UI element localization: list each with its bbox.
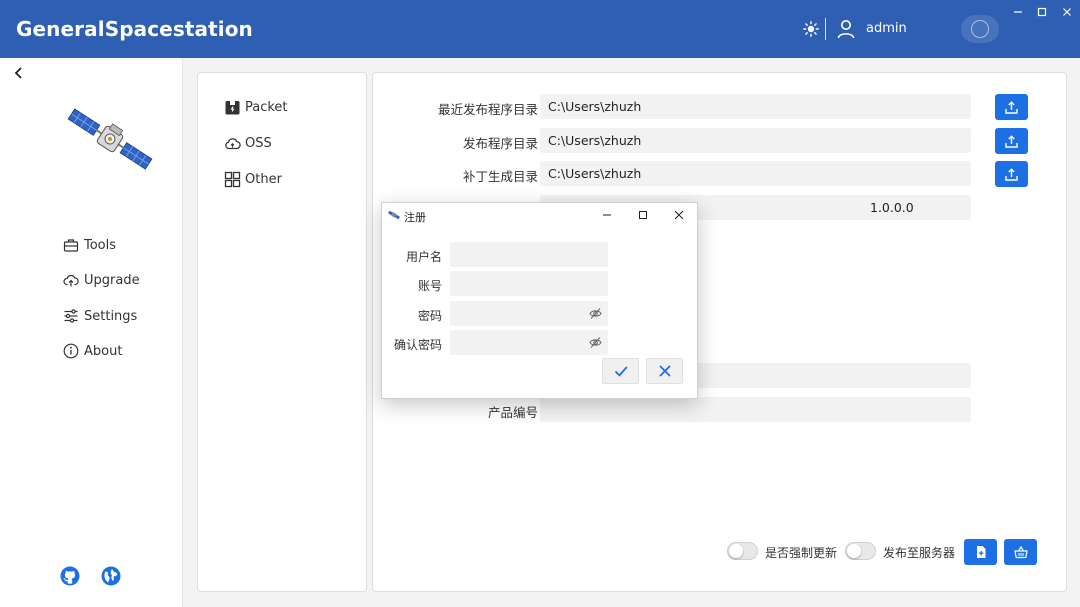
username[interactable]: admin (866, 21, 907, 36)
x-icon (658, 365, 671, 377)
menu-item-packet[interactable]: Packet (224, 97, 288, 117)
generate-file-button[interactable] (964, 539, 997, 565)
nav-item-label: Settings (84, 308, 138, 324)
eye-off-icon[interactable] (589, 336, 602, 349)
force-update-toggle[interactable] (727, 542, 758, 560)
menu-item-oss[interactable]: OSS (224, 133, 272, 153)
menu-item-other[interactable]: Other (224, 169, 282, 189)
browse-patch-dir-button[interactable] (995, 161, 1028, 187)
github-icon[interactable] (60, 566, 80, 586)
nav-item-label: About (84, 343, 123, 359)
product-number-input[interactable] (540, 397, 971, 422)
browse-recent-publish-dir-button[interactable] (995, 94, 1028, 120)
package-icon (225, 100, 240, 114)
register-dialog: 注册 用户名 账号 密码 确认密码 (381, 202, 698, 399)
grid-icon (224, 171, 241, 187)
field-label-publish-dir: 发布程序目录 (462, 136, 538, 151)
upload-icon (1005, 167, 1018, 181)
basket-icon (1013, 545, 1028, 559)
left-sidebar: Tools Upgrade Settings About (0, 58, 183, 607)
publish-button[interactable] (1004, 539, 1037, 565)
recent-publish-dir-input[interactable]: C:\Users\zhuzh (540, 94, 971, 119)
dialog-label-password: 密码 (417, 309, 442, 323)
field-label-recent-publish-dir: 最近发布程序目录 (437, 102, 538, 117)
file-add-icon (976, 546, 985, 558)
cloud-icon (225, 137, 241, 149)
nav-item-label: Tools (84, 237, 117, 253)
dialog-close-icon[interactable] (672, 208, 686, 222)
field-label-product-number: 产品编号 (487, 405, 538, 420)
confirm-password-input[interactable] (450, 330, 608, 355)
force-update-label: 是否强制更新 (765, 546, 838, 560)
menu-item-label: OSS (245, 135, 272, 151)
satellite-icon (388, 210, 400, 220)
globe-icon[interactable] (101, 566, 121, 586)
password-input[interactable] (450, 301, 608, 326)
dialog-title: 注册 (404, 211, 426, 224)
browse-publish-dir-button[interactable] (995, 128, 1028, 154)
app-header: GeneralSpacestation admin (0, 0, 1080, 58)
cancel-button[interactable] (646, 358, 683, 384)
username-input[interactable] (450, 242, 608, 267)
sun-icon[interactable] (803, 21, 819, 37)
upload-icon (1005, 134, 1018, 148)
close-icon[interactable] (1059, 4, 1075, 20)
toolbox-icon (63, 239, 79, 252)
account-input[interactable] (450, 271, 608, 296)
menu-item-label: Packet (245, 99, 288, 115)
info-icon (63, 343, 79, 359)
nav-item-about[interactable]: About (63, 341, 122, 361)
upload-icon (1005, 100, 1018, 114)
eye-off-icon[interactable] (589, 307, 602, 320)
app-title: GeneralSpacestation (16, 17, 253, 41)
dialog-minimize-icon[interactable] (600, 208, 614, 222)
dialog-maximize-icon[interactable] (636, 208, 650, 222)
field-label-patch-dir: 补丁生成目录 (462, 169, 538, 184)
nav-item-settings[interactable]: Settings (63, 306, 137, 326)
check-icon (614, 366, 627, 377)
nav-item-upgrade[interactable]: Upgrade (63, 270, 140, 290)
confirm-button[interactable] (602, 358, 639, 384)
menu-item-label: Other (245, 171, 282, 187)
cloud-upload-icon (63, 274, 79, 287)
dialog-label-confirm-password: 确认密码 (393, 338, 442, 352)
header-divider (825, 18, 826, 40)
dialog-titlebar[interactable]: 注册 (382, 203, 697, 227)
patch-dir-input[interactable]: C:\Users\zhuzh (540, 161, 971, 186)
publish-dir-input[interactable]: C:\Users\zhuzh (540, 128, 971, 153)
nav-item-tools[interactable]: Tools (63, 235, 116, 255)
satellite-logo (67, 108, 153, 170)
category-panel: Packet OSS Other (197, 72, 367, 592)
sliders-icon (64, 309, 78, 323)
dialog-label-account: 账号 (417, 279, 442, 293)
minimize-icon[interactable] (1010, 4, 1026, 20)
nav-item-label: Upgrade (84, 272, 140, 288)
maximize-icon[interactable] (1034, 4, 1050, 20)
publish-to-server-toggle[interactable] (845, 542, 876, 560)
publish-to-server-label: 发布至服务器 (883, 546, 956, 560)
avatar-icon[interactable] (961, 15, 999, 43)
back-arrow-icon[interactable] (12, 66, 26, 80)
user-icon (837, 20, 855, 39)
dialog-label-username: 用户名 (405, 250, 442, 264)
